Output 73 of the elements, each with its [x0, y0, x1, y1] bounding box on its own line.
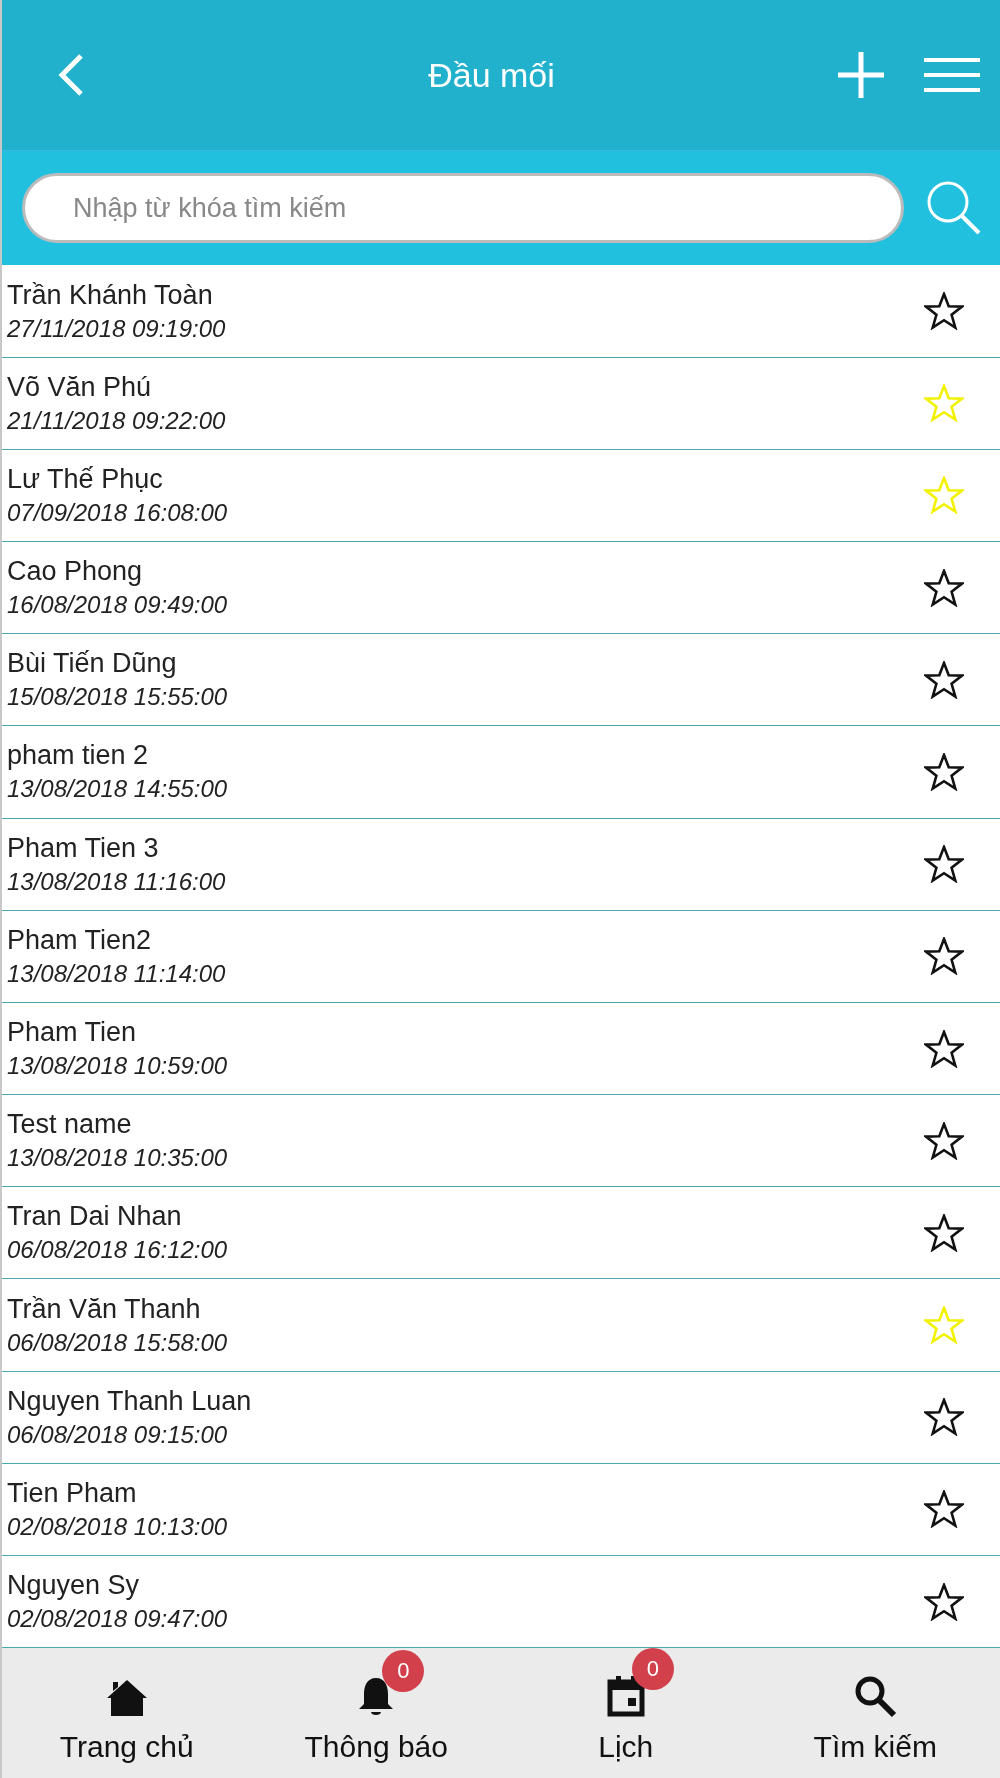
contact-date: 06/08/2018 16:12:00: [7, 1236, 229, 1265]
contact-row[interactable]: Tran Dai Nhan 06/08/2018 16:12:00: [2, 1187, 1000, 1280]
contact-date: 27/11/2018 09:19:00: [7, 314, 227, 343]
contact-row[interactable]: Nguyen Thanh Luan 06/08/2018 09:15:00: [2, 1371, 1000, 1464]
contact-row[interactable]: Test name 13/08/2018 10:35:00: [2, 1095, 1000, 1188]
calendar-icon: [605, 1674, 646, 1718]
contact-name: Pham Tien: [7, 1017, 138, 1048]
contact-date: 16/08/2018 09:49:00: [7, 591, 229, 620]
contact-date: 02/08/2018 10:13:00: [7, 1512, 229, 1541]
favorite-star-icon[interactable]: [924, 1029, 964, 1068]
contact-name: Pham Tien2: [7, 924, 153, 956]
contact-row[interactable]: Võ Văn Phú 21/11/2018 09:22:00: [2, 357, 1000, 450]
nav-label: Lịch: [598, 1730, 654, 1764]
nav-tab[interactable]: Trang chủ: [2, 1648, 252, 1778]
search-field[interactable]: Nhập từ khóa tìm kiếm: [22, 173, 904, 244]
contact-row[interactable]: Lư Thế Phục 07/09/2018 16:08:00: [2, 449, 1000, 542]
contact-row[interactable]: Cao Phong 16/08/2018 09:49:00: [2, 542, 1000, 635]
contact-row[interactable]: Trần Khánh Toàn 27/11/2018 09:19:00: [2, 265, 1000, 358]
contact-date: 13/08/2018 11:16:00: [7, 867, 227, 896]
favorite-star-icon[interactable]: [924, 568, 964, 607]
contact-date: 15/08/2018 15:55:00: [7, 683, 229, 712]
contact-name: Võ Văn Phú: [7, 371, 153, 403]
contact-name: Tien Pham: [7, 1477, 138, 1509]
contact-name: Cao Phong: [7, 556, 144, 588]
contact-date: 13/08/2018 10:35:00: [7, 1144, 229, 1173]
contact-name: Bùi Tiến Dũng: [7, 648, 178, 680]
menu-button[interactable]: [924, 58, 980, 93]
contact-date: 02/08/2018 09:47:00: [7, 1605, 229, 1634]
add-button[interactable]: [838, 52, 884, 99]
nav-tab[interactable]: 0 Lịch: [501, 1648, 751, 1778]
contact-name: Nguyen Sy: [7, 1570, 141, 1602]
nav-label: Trang chủ: [59, 1730, 194, 1764]
contact-row[interactable]: Bùi Tiến Dũng 15/08/2018 15:55:00: [2, 634, 1000, 727]
contact-row[interactable]: Pham Tien 13/08/2018 10:59:00: [2, 1002, 1000, 1096]
favorite-star-icon[interactable]: [924, 1213, 964, 1252]
contact-name: Nguyen Thanh Luan: [7, 1385, 253, 1417]
contact-name: Lư Thế Phục: [7, 463, 164, 495]
contact-name: Tran Dai Nhan: [7, 1201, 183, 1233]
contact-row[interactable]: Trần Văn Thanh 06/08/2018 15:58:00: [2, 1279, 1000, 1372]
contact-name: Test name: [7, 1109, 133, 1141]
nav-tab[interactable]: Tìm kiếm: [750, 1648, 1000, 1778]
favorite-star-icon[interactable]: [924, 845, 964, 884]
contact-row[interactable]: Tien Pham 02/08/2018 10:13:00: [2, 1463, 1000, 1557]
nav-label: Thông báo: [304, 1730, 448, 1764]
favorite-star-icon[interactable]: [924, 752, 964, 791]
contact-name: Trần Văn Thanh: [7, 1293, 202, 1325]
count-badge: 0: [631, 1648, 674, 1690]
favorite-star-icon[interactable]: [924, 1121, 964, 1160]
contact-date: 21/11/2018 09:22:00: [7, 406, 227, 435]
contact-date: 06/08/2018 15:58:00: [7, 1328, 229, 1357]
favorite-star-icon[interactable]: [924, 1490, 964, 1529]
count-badge: 0: [382, 1650, 425, 1692]
favorite-star-icon[interactable]: [924, 1398, 964, 1437]
contact-row[interactable]: pham tien 2 13/08/2018 14:55:00: [2, 726, 1000, 819]
contact-date: 13/08/2018 14:55:00: [7, 775, 229, 804]
contact-row[interactable]: Pham Tien 3 13/08/2018 11:16:00: [2, 818, 1000, 911]
favorite-star-icon[interactable]: [924, 1582, 964, 1621]
contact-name: Trần Khánh Toàn: [7, 279, 214, 311]
contact-date: 06/08/2018 09:15:00: [7, 1420, 229, 1449]
contact-row[interactable]: Pham Tien2 13/08/2018 11:14:00: [2, 910, 1000, 1003]
back-button[interactable]: [57, 53, 85, 98]
nav-tab[interactable]: 0 Thông báo: [251, 1648, 501, 1778]
contact-name: pham tien 2: [7, 740, 150, 772]
favorite-star-icon[interactable]: [924, 292, 964, 330]
search-icon: [853, 1674, 898, 1718]
page-title: Đầu mối: [427, 55, 556, 95]
contact-date: 13/08/2018 11:14:00: [7, 959, 227, 988]
favorite-star-icon[interactable]: [924, 660, 964, 699]
favorite-star-icon[interactable]: [924, 937, 964, 976]
nav-label: Tìm kiếm: [813, 1730, 937, 1764]
contact-name: Pham Tien 3: [7, 832, 160, 864]
contact-date: 07/09/2018 16:08:00: [7, 498, 229, 527]
contact-date: 13/08/2018 10:59:00: [7, 1052, 229, 1080]
